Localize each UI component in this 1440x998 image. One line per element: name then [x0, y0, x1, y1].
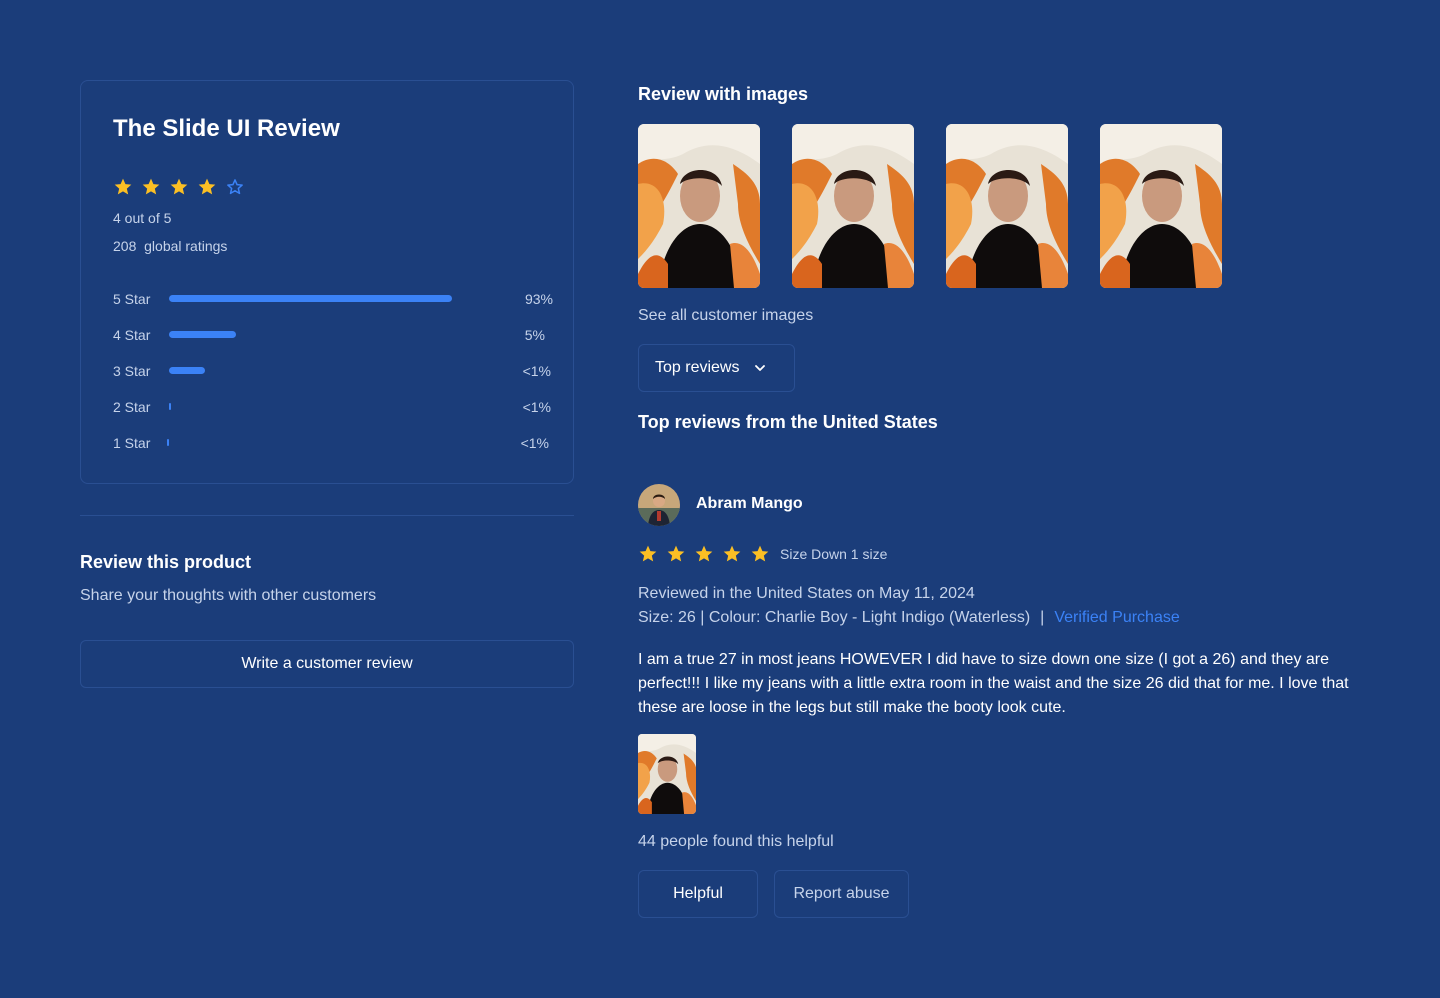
star-full-icon	[722, 544, 742, 564]
rating-row-percent: 93%	[524, 291, 553, 307]
rating-row-label: 4 Star	[113, 327, 151, 343]
rating-row-percent: <1%	[522, 399, 551, 415]
rating-row-3[interactable]: 3 Star <1%	[113, 361, 553, 381]
rating-row-percent: 5%	[524, 327, 545, 343]
review-body: I am a true 27 in most jeans HOWEVER I d…	[638, 651, 1349, 716]
section-divider	[80, 515, 574, 516]
helpful-count: 44 people found this helpful	[638, 833, 834, 850]
see-all-images-link[interactable]: See all customer images	[638, 307, 813, 325]
helpful-button[interactable]: Helpful	[638, 870, 758, 918]
rating-row-label: 5 Star	[113, 291, 151, 307]
star-full-icon	[141, 177, 161, 197]
meta-separator: |	[1040, 609, 1045, 626]
rating-out-of: 4 out of 5	[113, 210, 172, 226]
reviewer-name: Abram Mango	[696, 495, 803, 512]
ratings-summary-card: The Slide UI Review 4 out of 5 208 globa…	[80, 80, 574, 484]
rating-row-4[interactable]: 4 Star 5%	[113, 325, 553, 345]
review-date: Reviewed in the United States on May 11,…	[638, 585, 975, 602]
summary-title: The Slide UI Review	[113, 115, 340, 142]
rating-row-bar	[169, 403, 171, 410]
write-review-button[interactable]: Write a customer review	[80, 640, 574, 688]
review-meta: Size: 26 | Colour: Charlie Boy - Light I…	[638, 609, 1180, 627]
review-rating-stars: Size Down 1 size	[638, 544, 887, 564]
star-full-icon	[638, 544, 658, 564]
sort-dropdown-value: Top reviews	[655, 359, 740, 376]
chevron-down-icon	[755, 365, 766, 371]
global-ratings-count: 208 global ratings	[113, 238, 228, 254]
rating-row-bar	[169, 295, 452, 302]
sort-dropdown[interactable]: Top reviews	[638, 344, 795, 392]
rating-row-bar	[169, 367, 205, 374]
customer-image-thumbnail[interactable]	[792, 124, 914, 288]
rating-row-bar	[167, 439, 169, 446]
review-images-title: Review with images	[638, 84, 809, 104]
star-full-icon	[113, 177, 133, 197]
review-attached-image[interactable]	[638, 734, 696, 814]
star-full-icon	[694, 544, 714, 564]
star-full-icon	[169, 177, 189, 197]
top-reviews-title: Top reviews from the United States	[638, 412, 938, 432]
rating-row-bar	[169, 331, 236, 338]
star-empty-icon	[225, 177, 245, 197]
customer-image-thumbnail[interactable]	[638, 124, 760, 288]
rating-row-percent: <1%	[520, 435, 549, 451]
rating-row-percent: <1%	[522, 363, 551, 379]
rating-row-label: 3 Star	[113, 363, 151, 379]
rating-row-1[interactable]: 1 Star <1%	[113, 433, 553, 453]
rating-row-2[interactable]: 2 Star <1%	[113, 397, 553, 417]
star-full-icon	[666, 544, 686, 564]
star-full-icon	[750, 544, 770, 564]
verified-purchase-badge: Verified Purchase	[1054, 609, 1180, 626]
avatar	[638, 484, 680, 526]
rating-row-5[interactable]: 5 Star 93%	[113, 289, 553, 309]
reviews-page: The Slide UI Review 4 out of 5 208 globa…	[0, 0, 1440, 998]
summary-rating-stars	[113, 177, 245, 197]
customer-image-thumbnail[interactable]	[946, 124, 1068, 288]
size-note: Size Down 1 size	[780, 546, 888, 562]
review-size-colour: Size: 26 | Colour: Charlie Boy - Light I…	[638, 609, 1031, 626]
report-abuse-button[interactable]: Report abuse	[774, 870, 909, 918]
review-images-gallery	[638, 124, 1222, 288]
rating-row-label: 2 Star	[113, 399, 151, 415]
review-product-subtitle: Share your thoughts with other customers	[80, 587, 377, 604]
rating-row-label: 1 Star	[113, 435, 151, 451]
review-product-title: Review this product	[80, 552, 252, 572]
star-full-icon	[197, 177, 217, 197]
customer-image-thumbnail[interactable]	[1100, 124, 1222, 288]
